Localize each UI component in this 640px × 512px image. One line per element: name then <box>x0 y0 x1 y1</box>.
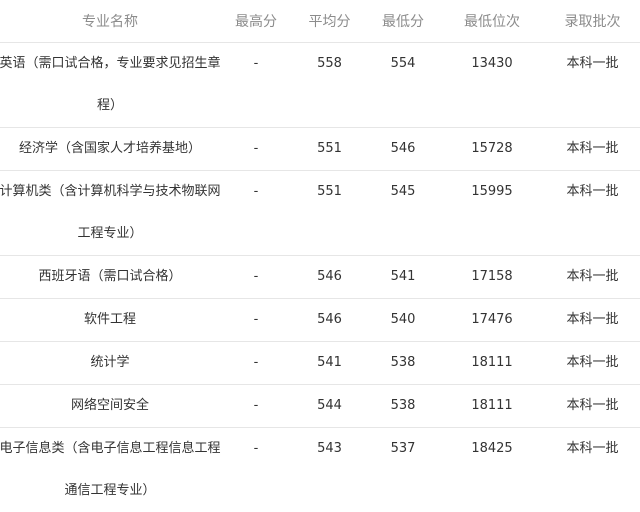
cell-batch: 本科一批 <box>545 428 640 512</box>
major-name-text: 软件工程 <box>0 299 220 341</box>
table-row: 软件工程 - 546 540 17476 本科一批 <box>0 299 640 342</box>
cell-max-score: - <box>220 43 292 128</box>
cell-max-score: - <box>220 385 292 428</box>
cell-major-name: 电子信息类（含电子信息工程信息工程通信工程专业） <box>0 428 220 512</box>
cell-avg-score: 546 <box>292 256 367 299</box>
cell-batch: 本科一批 <box>545 385 640 428</box>
table-row: 英语（需口试合格，专业要求见招生章程） - 558 554 13430 本科一批 <box>0 43 640 128</box>
cell-min-score: 538 <box>367 342 439 385</box>
major-name-text: 经济学（含国家人才培养基地） <box>0 128 220 170</box>
cell-min-score: 538 <box>367 385 439 428</box>
major-name-text: 电子信息类（含电子信息工程信息工程通信工程专业） <box>0 428 226 512</box>
cell-major-name: 统计学 <box>0 342 220 385</box>
cell-major-name: 英语（需口试合格，专业要求见招生章程） <box>0 43 220 128</box>
major-name-text: 统计学 <box>0 342 220 384</box>
cell-max-score: - <box>220 256 292 299</box>
cell-min-rank: 15728 <box>439 128 545 171</box>
cell-major-name: 西班牙语（需口试合格） <box>0 256 220 299</box>
cell-batch: 本科一批 <box>545 342 640 385</box>
cell-avg-score: 551 <box>292 128 367 171</box>
cell-min-rank: 18111 <box>439 385 545 428</box>
table-row: 西班牙语（需口试合格） - 546 541 17158 本科一批 <box>0 256 640 299</box>
table-row: 网络空间安全 - 544 538 18111 本科一批 <box>0 385 640 428</box>
cell-batch: 本科一批 <box>545 171 640 256</box>
cell-min-rank: 17476 <box>439 299 545 342</box>
header-avg-score: 平均分 <box>292 0 367 43</box>
cell-avg-score: 543 <box>292 428 367 512</box>
cell-batch: 本科一批 <box>545 299 640 342</box>
cell-max-score: - <box>220 128 292 171</box>
cell-avg-score: 558 <box>292 43 367 128</box>
cell-max-score: - <box>220 428 292 512</box>
cell-major-name: 软件工程 <box>0 299 220 342</box>
cell-min-score: 545 <box>367 171 439 256</box>
header-max-score: 最高分 <box>220 0 292 43</box>
header-batch: 录取批次 <box>545 0 640 43</box>
table-row: 电子信息类（含电子信息工程信息工程通信工程专业） - 543 537 18425… <box>0 428 640 512</box>
major-name-text: 西班牙语（需口试合格） <box>0 256 220 298</box>
table-row: 经济学（含国家人才培养基地） - 551 546 15728 本科一批 <box>0 128 640 171</box>
table-row: 计算机类（含计算机科学与技术物联网工程专业） - 551 545 15995 本… <box>0 171 640 256</box>
major-name-text: 网络空间安全 <box>0 385 220 427</box>
cell-major-name: 计算机类（含计算机科学与技术物联网工程专业） <box>0 171 220 256</box>
cell-avg-score: 551 <box>292 171 367 256</box>
cell-max-score: - <box>220 342 292 385</box>
cell-major-name: 经济学（含国家人才培养基地） <box>0 128 220 171</box>
cell-min-rank: 18111 <box>439 342 545 385</box>
header-min-score: 最低分 <box>367 0 439 43</box>
cell-max-score: - <box>220 171 292 256</box>
cell-min-rank: 17158 <box>439 256 545 299</box>
table-header-row: 专业名称 最高分 平均分 最低分 最低位次 录取批次 <box>0 0 640 43</box>
admission-score-table: 专业名称 最高分 平均分 最低分 最低位次 录取批次 英语（需口试合格，专业要求… <box>0 0 640 512</box>
cell-min-score: 546 <box>367 128 439 171</box>
cell-min-score: 554 <box>367 43 439 128</box>
cell-major-name: 网络空间安全 <box>0 385 220 428</box>
cell-min-rank: 15995 <box>439 171 545 256</box>
cell-min-rank: 13430 <box>439 43 545 128</box>
major-name-text: 计算机类（含计算机科学与技术物联网工程专业） <box>0 171 226 255</box>
cell-min-rank: 18425 <box>439 428 545 512</box>
cell-batch: 本科一批 <box>545 256 640 299</box>
cell-max-score: - <box>220 299 292 342</box>
cell-min-score: 540 <box>367 299 439 342</box>
table-row: 统计学 - 541 538 18111 本科一批 <box>0 342 640 385</box>
major-name-text: 英语（需口试合格，专业要求见招生章程） <box>0 43 226 127</box>
header-major-name: 专业名称 <box>0 0 220 43</box>
cell-batch: 本科一批 <box>545 128 640 171</box>
cell-batch: 本科一批 <box>545 43 640 128</box>
header-min-rank: 最低位次 <box>439 0 545 43</box>
cell-avg-score: 546 <box>292 299 367 342</box>
cell-min-score: 541 <box>367 256 439 299</box>
cell-min-score: 537 <box>367 428 439 512</box>
cell-avg-score: 541 <box>292 342 367 385</box>
cell-avg-score: 544 <box>292 385 367 428</box>
